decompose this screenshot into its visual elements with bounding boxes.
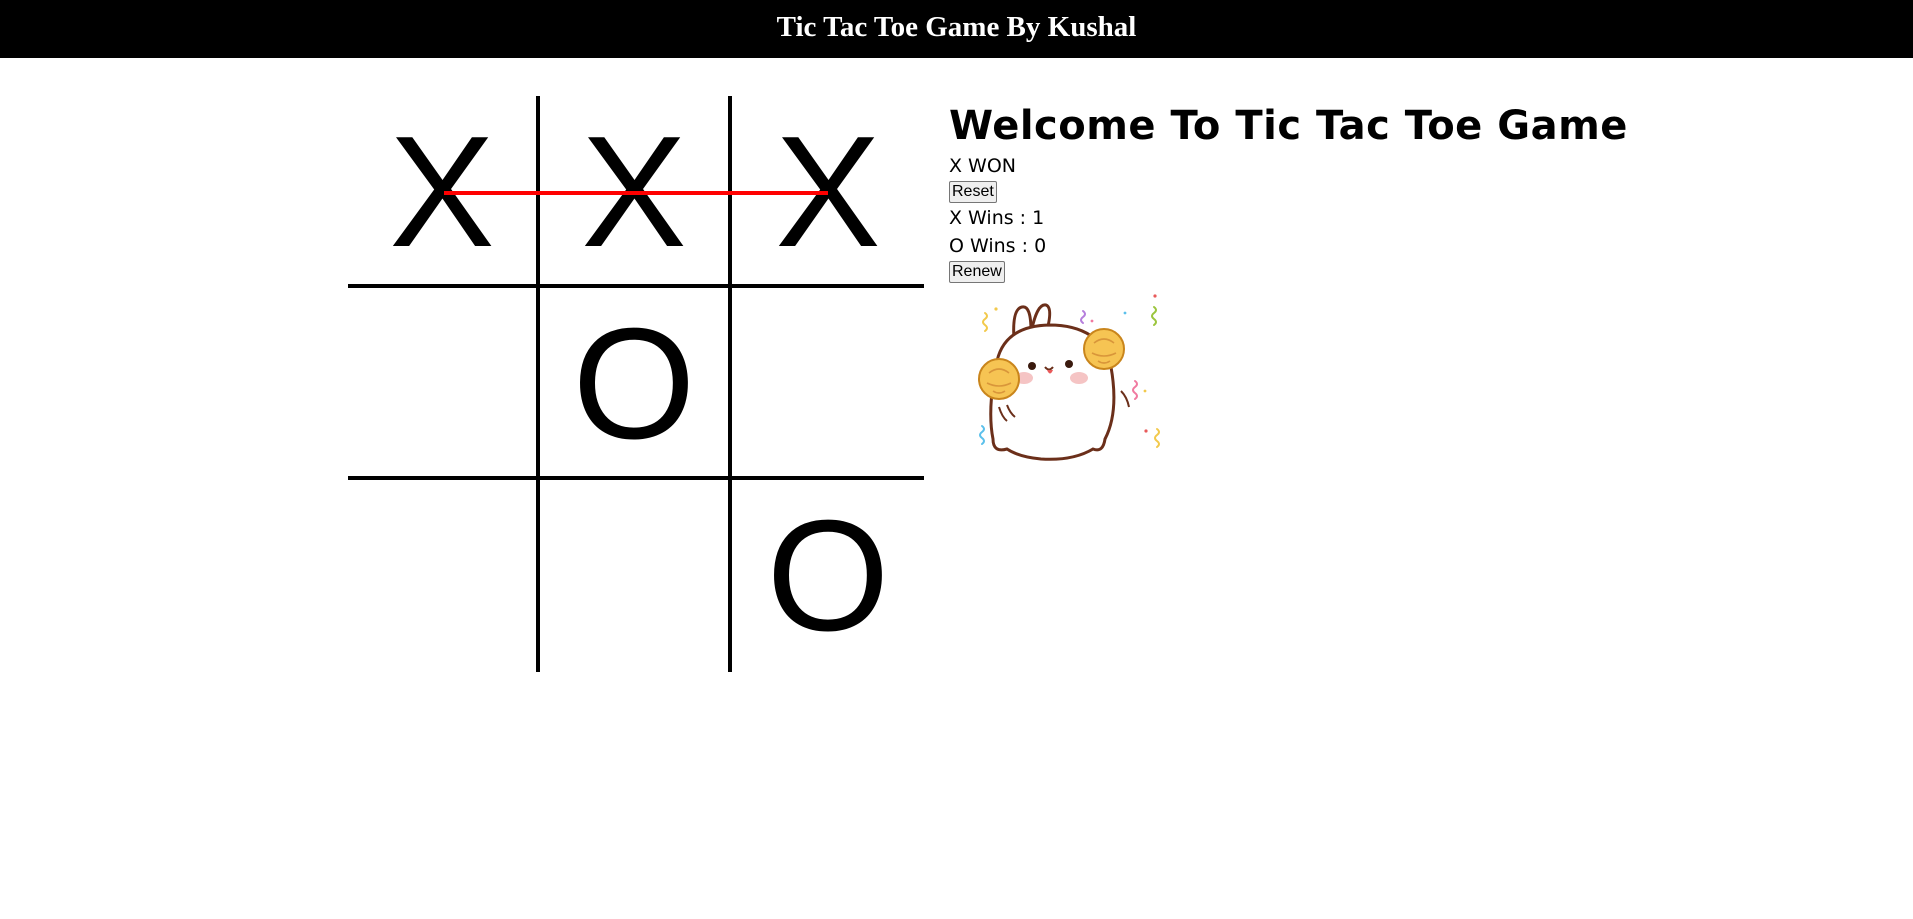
- board-cell[interactable]: [540, 480, 732, 672]
- game-status: X WON: [949, 155, 1017, 177]
- board-cell[interactable]: [348, 288, 540, 480]
- game-board: X X X O O: [348, 96, 924, 672]
- page-header: Tic Tac Toe Game By Kushal: [0, 0, 1913, 58]
- x-wins-score: X Wins : 1: [949, 207, 1045, 229]
- welcome-heading: Welcome To Tic Tac Toe Game: [949, 103, 1628, 149]
- o-wins-score: O Wins : 0: [949, 235, 1047, 257]
- reset-button[interactable]: Reset: [949, 181, 997, 203]
- board-cell[interactable]: X: [348, 96, 540, 288]
- board-cell[interactable]: O: [732, 480, 924, 672]
- cheering-bunny-icon: [978, 294, 1160, 461]
- side-panel: Welcome To Tic Tac Toe Game X WON Reset …: [949, 100, 1628, 471]
- board-cell[interactable]: [732, 288, 924, 480]
- renew-button[interactable]: Renew: [949, 261, 1005, 283]
- board-cell[interactable]: X: [540, 96, 732, 288]
- board-cell[interactable]: X: [732, 96, 924, 288]
- board-cell[interactable]: O: [540, 288, 732, 480]
- board-cell[interactable]: [348, 480, 540, 672]
- page-title: Tic Tac Toe Game By Kushal: [776, 11, 1137, 43]
